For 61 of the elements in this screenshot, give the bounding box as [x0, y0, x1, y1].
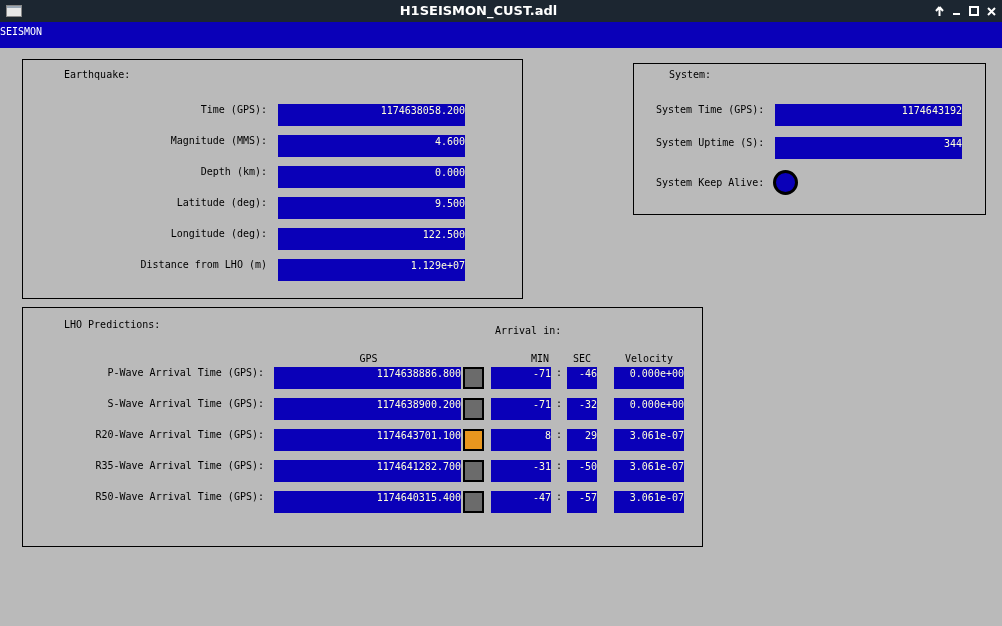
field-label: Magnitude (MMS): — [169, 135, 267, 147]
value-field: 3.061e-07 — [614, 460, 684, 482]
field-label: R50-Wave Arrival Time (GPS): — [94, 491, 264, 503]
field-label: System Time (GPS): — [656, 104, 766, 116]
value-field: 1174638900.200 — [274, 398, 461, 420]
column-header: MIN — [529, 353, 550, 365]
field-label: Depth (km): — [199, 166, 267, 178]
window-title: H1SEISMON_CUST.adl — [398, 2, 559, 21]
field-label: S-Wave Arrival Time (GPS): — [106, 398, 264, 410]
separator-text: : — [555, 460, 563, 472]
value-field: 29 — [567, 429, 597, 451]
separator-text: : — [555, 429, 563, 441]
field-label: Distance from LHO (m) — [139, 259, 267, 271]
value-field: 1174638886.800 — [274, 367, 461, 389]
field-label: System Uptime (S): — [656, 137, 766, 149]
value-field: 3.061e-07 — [614, 491, 684, 513]
field-label: R35-Wave Arrival Time (GPS): — [94, 460, 264, 472]
value-field: 1174641282.700 — [274, 460, 461, 482]
value-field: -31 — [491, 460, 551, 482]
field-label: Longitude (deg): — [169, 228, 267, 240]
group-label: Arrival in: — [495, 325, 562, 337]
value-field: -47 — [491, 491, 551, 513]
column-header: GPS — [358, 353, 379, 365]
value-field: -71 — [491, 398, 551, 420]
value-field: 4.600 — [278, 135, 465, 157]
panel-title: System: — [669, 69, 713, 81]
value-field: 8 — [491, 429, 551, 451]
value-field: 1174643192 — [775, 104, 962, 126]
value-field: 0.000 — [278, 166, 465, 188]
value-field: 1.129e+07 — [278, 259, 465, 281]
separator-text: : — [555, 367, 563, 379]
value-field: 9.500 — [278, 197, 465, 219]
panel-title: LHO Predictions: — [64, 319, 162, 331]
column-header: SEC — [571, 353, 593, 365]
value-field: -50 — [567, 460, 597, 482]
value-field: -46 — [567, 367, 597, 389]
value-field: -32 — [567, 398, 597, 420]
value-field: 122.500 — [278, 228, 465, 250]
value-field: 344 — [775, 137, 962, 159]
field-label: P-Wave Arrival Time (GPS): — [106, 367, 264, 379]
value-field: 1174643701.100 — [274, 429, 461, 451]
panel-title: Earthquake: — [64, 69, 132, 81]
separator-text: : — [555, 491, 563, 503]
menu-label[interactable]: SEISMON — [0, 24, 43, 39]
field-label: R20-Wave Arrival Time (GPS): — [94, 429, 264, 441]
value-field: 3.061e-07 — [614, 429, 684, 451]
field-label: Latitude (deg): — [175, 197, 267, 209]
value-field: 0.000e+00 — [614, 398, 684, 420]
value-field: -57 — [567, 491, 597, 513]
arrow-up-icon[interactable] — [935, 6, 944, 16]
close-icon[interactable] — [987, 6, 996, 16]
value-field: -71 — [491, 367, 551, 389]
value-field: 0.000e+00 — [614, 367, 684, 389]
window-icon — [6, 5, 22, 17]
field-label: Time (GPS): — [199, 104, 267, 116]
value-field: 1174638058.200 — [278, 104, 465, 126]
field-label: System Keep Alive: — [656, 176, 766, 189]
value-field: 1174640315.400 — [274, 491, 461, 513]
maximize-icon[interactable] — [969, 6, 979, 16]
separator-text: : — [555, 398, 563, 410]
column-header: Velocity — [623, 353, 675, 365]
